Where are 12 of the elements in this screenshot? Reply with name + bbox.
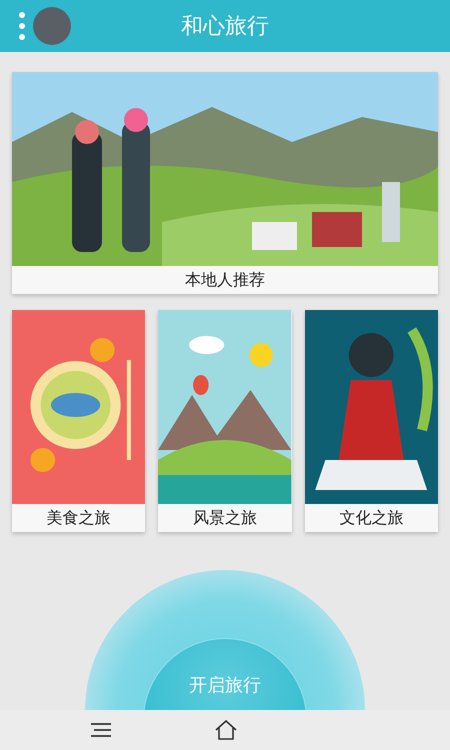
featured-card[interactable]: 本地人推荐 xyxy=(12,72,438,294)
category-card[interactable]: 风景之旅 xyxy=(158,310,292,532)
category-card[interactable]: 文化之旅 xyxy=(304,310,438,532)
card-caption: 文化之旅 xyxy=(338,506,404,528)
avatar[interactable] xyxy=(33,7,71,45)
home-icon[interactable] xyxy=(215,720,237,740)
card-caption: 风景之旅 xyxy=(192,506,258,528)
app-title: 和心旅行 xyxy=(181,13,269,41)
card-caption: 本地人推荐 xyxy=(184,268,266,290)
card-caption: 美食之旅 xyxy=(46,506,112,528)
menu-icon[interactable] xyxy=(91,723,111,737)
category-card[interactable]: 美食之旅 xyxy=(12,310,146,532)
